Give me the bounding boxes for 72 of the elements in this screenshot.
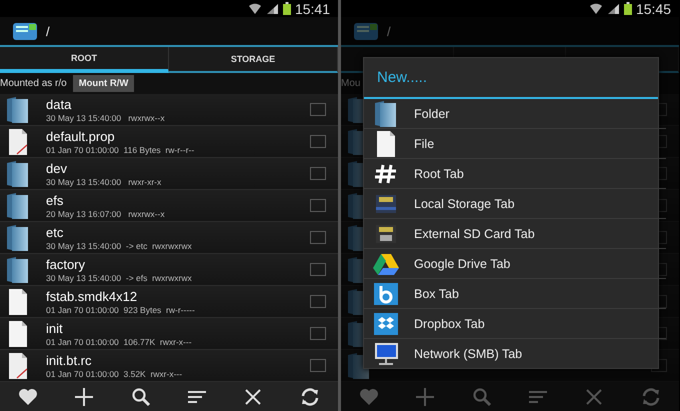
menu-item[interactable]: Local Storage Tab xyxy=(364,189,666,219)
file-details: 30 May 13 15:40:00 rwxrwx--x xyxy=(46,112,166,122)
document-icon xyxy=(6,352,30,380)
file-name: init.bt.rc xyxy=(46,352,93,368)
menu-item[interactable]: Root Tab xyxy=(364,159,666,189)
file-name: dev xyxy=(46,160,68,176)
path-label: / xyxy=(46,24,50,38)
file-name: efs xyxy=(46,192,64,208)
checkbox[interactable] xyxy=(310,103,326,116)
checkbox[interactable] xyxy=(310,231,326,244)
file-icon xyxy=(6,288,30,316)
mount-button[interactable]: Mount R/W xyxy=(72,75,134,92)
battery-icon xyxy=(282,2,291,15)
folder-icon xyxy=(6,256,30,284)
storage-card-icon xyxy=(374,192,398,214)
status-time: 15:41 xyxy=(294,0,330,16)
file-details: 01 Jan 70 01:00:00 923 Bytes rw-r----- xyxy=(46,304,196,314)
file-icon xyxy=(374,130,398,158)
sd-card-icon xyxy=(374,222,398,244)
checkbox[interactable] xyxy=(310,135,326,148)
menu-item[interactable]: External SD Card Tab xyxy=(364,219,666,249)
menu-item[interactable]: Dropbox Tab xyxy=(364,309,666,339)
wifi-icon xyxy=(248,2,262,14)
file-icon xyxy=(6,320,30,348)
folder-icon xyxy=(6,192,30,220)
file-name: default.prop xyxy=(46,128,116,144)
app-icon xyxy=(353,21,379,41)
dropbox-icon xyxy=(373,312,399,336)
checkbox[interactable] xyxy=(310,327,326,340)
menu-item[interactable]: Network (SMB) Tab xyxy=(364,339,666,368)
file-details: 20 May 13 16:07:00 rwxrwx--x xyxy=(46,208,166,218)
file-name: data xyxy=(46,96,72,112)
folder-icon xyxy=(6,224,30,252)
app-icon xyxy=(12,21,38,41)
file-details: 01 Jan 70 01:00:00 3.52K rwxr-x--- xyxy=(46,368,184,378)
search-icon[interactable] xyxy=(130,386,152,408)
monitor-icon xyxy=(372,342,400,366)
file-name: etc xyxy=(46,224,64,240)
menu-item[interactable]: Folder xyxy=(364,99,666,129)
file-name: init xyxy=(46,320,64,336)
folder-icon xyxy=(374,100,398,128)
checkbox[interactable] xyxy=(310,167,326,180)
file-details: 30 May 13 15:40:00 -> etc rwxrwxrwx xyxy=(46,240,193,250)
menu-item[interactable]: Box Tab xyxy=(364,279,666,309)
signal-icon xyxy=(266,2,279,14)
mount-status: Mou xyxy=(341,78,360,89)
path-label: / xyxy=(387,24,391,38)
battery-icon xyxy=(624,2,632,15)
mount-status: Mounted as r/o xyxy=(0,78,67,89)
triangle-icon xyxy=(372,252,400,276)
dialog-title: New..... xyxy=(364,58,658,99)
wifi-icon xyxy=(588,2,603,14)
document-icon xyxy=(6,128,30,156)
plus-icon[interactable] xyxy=(73,386,96,408)
checkbox[interactable] xyxy=(310,295,326,308)
checkbox[interactable] xyxy=(310,199,326,212)
file-details: 30 May 13 15:40:00 -> efs rwxrwxrwx xyxy=(46,272,193,282)
file-name: factory xyxy=(46,256,86,272)
folder-icon xyxy=(6,160,30,188)
status-time: 15:45 xyxy=(636,0,671,16)
folder-icon xyxy=(6,96,30,124)
file-name: fstab.smdk4x12 xyxy=(46,288,138,304)
hash-icon xyxy=(374,162,398,184)
menu-item[interactable]: File xyxy=(364,129,666,159)
checkbox[interactable] xyxy=(310,263,326,276)
signal-icon xyxy=(606,2,620,14)
checkbox[interactable] xyxy=(310,359,326,372)
file-details: 30 May 13 15:40:00 rwxr-xr-x xyxy=(46,176,162,186)
menu-item[interactable]: Google Drive Tab xyxy=(364,249,666,279)
file-details: 01 Jan 70 01:00:00 106.77K rwxr-x--- xyxy=(46,336,193,346)
file-details: 01 Jan 70 01:00:00 116 Bytes rw-r--r-- xyxy=(46,144,196,154)
box-icon xyxy=(373,282,399,306)
